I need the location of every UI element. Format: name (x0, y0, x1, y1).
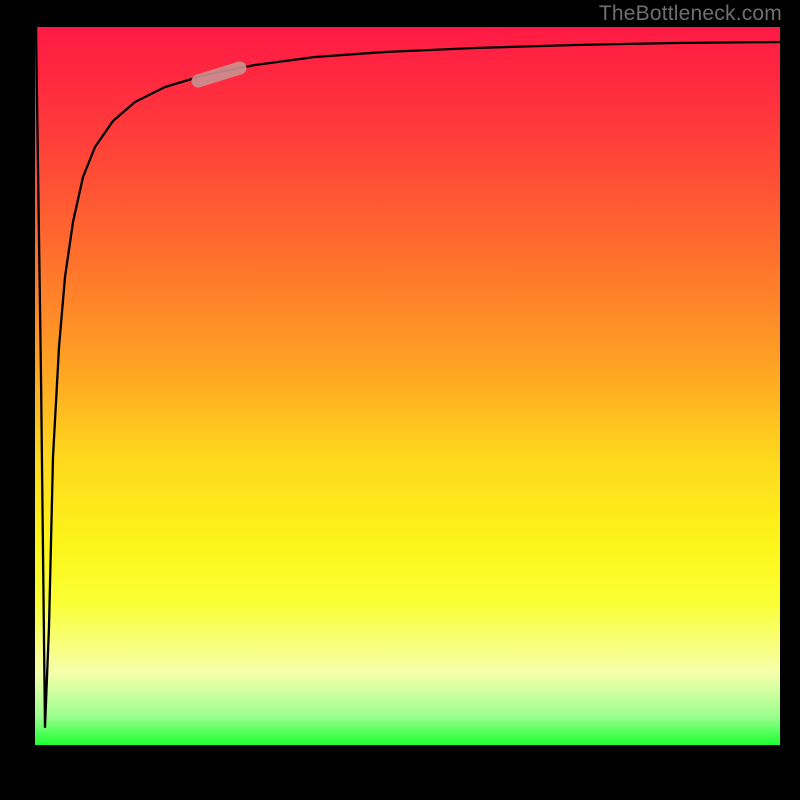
plot-background-gradient (35, 27, 780, 745)
chart-frame: TheBottleneck.com (0, 0, 800, 800)
watermark-label: TheBottleneck.com (599, 2, 782, 26)
